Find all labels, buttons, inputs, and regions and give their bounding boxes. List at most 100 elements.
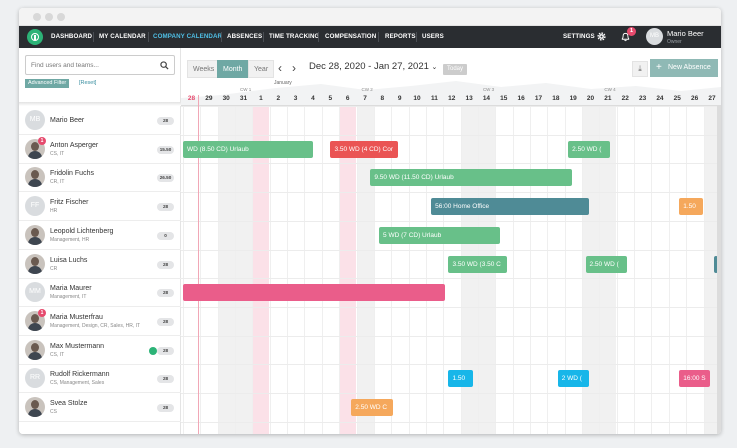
absence-entry[interactable]: 2 WD ( — [557, 370, 589, 388]
remaining-days-badge: 28 — [157, 375, 174, 384]
person-row[interactable]: Leopold Lichtenberg Management, HR 0 — [19, 221, 181, 250]
window-titlebar — [19, 8, 721, 26]
person-avatar[interactable]: FF — [25, 196, 45, 217]
nav-absences[interactable]: ABSENCES — [227, 26, 262, 48]
day-header: 9 — [397, 95, 402, 102]
view-weeks-button[interactable]: Weeks — [187, 60, 221, 78]
person-avatar[interactable]: RR — [25, 368, 45, 389]
advanced-filter-button[interactable]: Advanced Filter — [25, 79, 70, 88]
person-avatar[interactable] — [25, 167, 45, 188]
person-name[interactable]: Leopold Lichtenberg — [50, 228, 113, 235]
absence-entry[interactable]: 1.50 — [448, 370, 473, 388]
nav-company-calendar[interactable]: COMPANY CALENDAR — [153, 26, 222, 48]
app-window: DASHBOARD MY CALENDAR COMPANY CALENDAR A… — [19, 8, 721, 434]
person-avatar[interactable] — [25, 224, 45, 245]
person-name[interactable]: Maria Musterfrau — [50, 314, 103, 321]
download-icon[interactable]: ⤓ — [632, 61, 648, 77]
day-column[interactable] — [651, 106, 668, 434]
absence-entry[interactable]: 3.50 WD (3.50 C — [448, 255, 508, 273]
person-avatar[interactable] — [25, 253, 45, 274]
nav-settings[interactable]: SETTINGS — [563, 26, 595, 48]
new-absence-button[interactable]: + New Absence — [650, 59, 718, 77]
window-maximize-dot[interactable] — [57, 13, 65, 21]
absence-entry[interactable]: 3.50 WD (4 CD) Cor — [330, 140, 399, 158]
window-minimize-dot[interactable] — [45, 13, 53, 21]
nav-my-calendar[interactable]: MY CALENDAR — [99, 26, 146, 48]
day-header: 27 — [708, 95, 716, 102]
view-month-button[interactable]: Month — [217, 60, 249, 78]
nav-separator — [221, 32, 222, 42]
nav-separator — [416, 32, 417, 42]
person-departments: Management, IT — [50, 294, 87, 301]
previous-arrow-icon[interactable]: ‹ — [278, 61, 282, 75]
person-row[interactable]: Max Mustermann CS, IT 28 — [19, 336, 181, 365]
person-row[interactable]: 1 Maria Musterfrau Management, Design, CR,… — [19, 307, 181, 336]
person-row[interactable]: MM Maria Maurer Management, IT 28 — [19, 278, 181, 308]
nav-compensation[interactable]: COMPENSATION — [325, 26, 376, 48]
vertical-scrollbar[interactable] — [717, 106, 721, 434]
absence-entry[interactable]: 1.50 — [679, 198, 704, 216]
remaining-days-badge: 15.50 — [157, 145, 174, 154]
person-name[interactable]: Maria Maurer — [50, 285, 92, 292]
person-row[interactable]: Luisa Luchs CR 28 — [19, 250, 181, 279]
view-year-button[interactable]: Year — [248, 60, 275, 78]
person-row[interactable]: 1 Anton Asperger CS, IT 15.50 — [19, 135, 181, 164]
nav-dashboard[interactable]: DASHBOARD — [51, 26, 92, 48]
calendar-week-label: CW 1 — [240, 87, 252, 92]
person-row[interactable]: Svea Stolze CS 28 — [19, 393, 181, 422]
absence-entry[interactable]: 2.50 WD ( — [568, 140, 610, 158]
person-departments: CS, IT — [50, 150, 65, 157]
absence-entry[interactable]: 56:00 Home Office — [431, 198, 589, 216]
top-navigation: DASHBOARD MY CALENDAR COMPANY CALENDAR A… — [19, 26, 721, 48]
nav-time-tracking[interactable]: TIME TRACKING — [269, 26, 319, 48]
person-row[interactable]: MB Mario Beer 28 — [19, 106, 181, 135]
window-close-dot[interactable] — [33, 13, 41, 21]
nav-reports[interactable]: REPORTS — [385, 26, 416, 48]
person-departments: Management, Design, CR, Sales, HR, IT — [50, 322, 141, 329]
person-name[interactable]: Fritz Fischer — [50, 199, 89, 206]
day-column[interactable] — [425, 106, 443, 434]
absence-entry[interactable]: 2.50 WD C — [351, 399, 393, 416]
day-header: 26 — [691, 95, 699, 102]
person-row[interactable]: FF Fritz Fischer HR 28 — [19, 192, 181, 222]
person-name[interactable]: Mario Beer — [50, 117, 84, 124]
absence-entry[interactable] — [183, 284, 445, 302]
person-name[interactable]: Fridolin Fuchs — [50, 170, 94, 177]
search-input[interactable]: Find users and teams... — [25, 55, 175, 75]
person-name[interactable]: Svea Stolze — [50, 400, 87, 407]
next-arrow-icon[interactable]: › — [292, 61, 296, 75]
user-name[interactable]: Mario Beer — [667, 29, 704, 38]
today-button[interactable]: Today — [443, 64, 468, 75]
app-logo-icon[interactable] — [27, 29, 43, 45]
day-column[interactable] — [408, 106, 426, 434]
day-column[interactable] — [530, 106, 547, 434]
person-name[interactable]: Anton Asperger — [50, 142, 98, 149]
person-avatar[interactable] — [25, 339, 45, 360]
row-divider — [181, 249, 721, 251]
day-column[interactable] — [512, 106, 530, 434]
person-avatar[interactable]: MM — [25, 282, 45, 303]
person-name[interactable]: Luisa Luchs — [50, 257, 87, 264]
gear-icon[interactable] — [596, 31, 607, 42]
notification-badge: 1 — [627, 27, 636, 36]
absence-entry[interactable]: 9.50 WD (11.50 CD) Urlaub — [370, 169, 572, 187]
person-name[interactable]: Rudolf Rickermann — [50, 371, 110, 378]
person-avatar[interactable]: MB — [25, 110, 45, 130]
absence-entry[interactable]: 5 WD (7 CD) Urlaub — [379, 226, 501, 244]
person-avatar[interactable] — [25, 397, 45, 417]
person-name[interactable]: Max Mustermann — [50, 343, 104, 350]
day-header: 23 — [638, 95, 647, 102]
person-row[interactable]: Fridolin Fuchs CR, IT 26.50 — [19, 163, 181, 193]
nav-users[interactable]: USERS — [422, 26, 444, 48]
search-icon[interactable] — [160, 61, 169, 70]
absence-entry[interactable]: 2.50 WD ( — [585, 255, 628, 273]
remaining-days-badge: 0 — [157, 231, 174, 240]
day-column[interactable] — [634, 106, 651, 434]
day-header: 30 — [222, 95, 230, 102]
date-range-selector[interactable]: Dec 28, 2020 - Jan 27, 2021 ⌄ — [309, 61, 437, 72]
absence-entry[interactable]: 16:00 S — [679, 370, 711, 388]
user-avatar[interactable]: MB — [646, 28, 663, 45]
person-row[interactable]: RR Rudolf Rickermann CS, Management, Sales… — [19, 364, 181, 394]
absence-entry[interactable]: WD (8.50 CD) Urlaub — [183, 140, 314, 158]
reset-filter-link[interactable]: [Reset] — [79, 79, 96, 88]
